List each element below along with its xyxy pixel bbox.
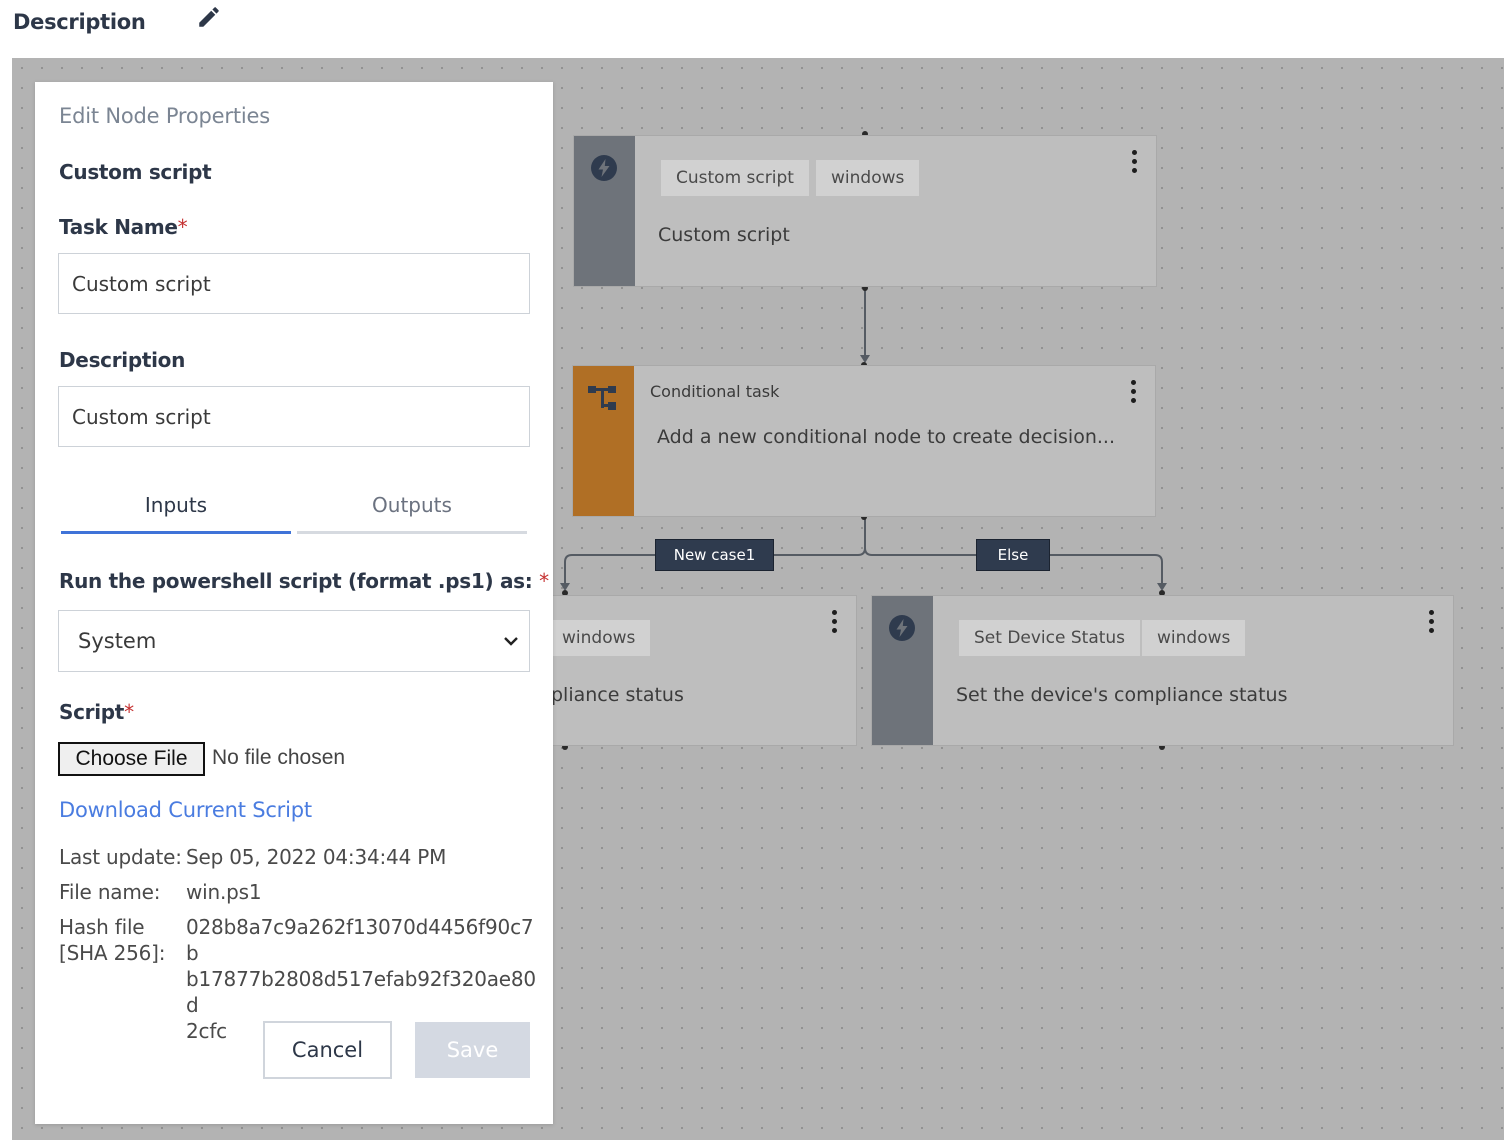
required-mark: * [124,700,134,724]
download-script-link[interactable]: Download Current Script [59,798,312,822]
kebab-menu-icon[interactable] [830,610,838,636]
task-name-label: Task Name* [59,215,188,239]
cancel-button[interactable]: Cancel [263,1021,392,1079]
panel-heading: Edit Node Properties [59,104,270,128]
last-update-value: Sep 05, 2022 04:34:44 PM [186,845,447,869]
node-description: Custom script [658,224,790,246]
set-device-status-node[interactable]: Set Device Status windows Set the device… [871,595,1454,746]
conditional-node[interactable]: Conditional task Add a new conditional n… [572,365,1156,517]
required-mark: * [177,215,188,239]
bolt-icon [889,615,915,641]
no-file-text: No file chosen [212,746,346,769]
node-tag: windows [1142,620,1246,656]
edge-label-else[interactable]: Else [976,539,1050,571]
task-name-input[interactable] [58,253,530,314]
script-label: Script* [59,700,134,724]
save-button[interactable]: Save [415,1022,530,1078]
chevron-down-icon [504,637,518,646]
choose-file-button[interactable]: Choose File [58,742,205,776]
tab-inputs[interactable]: Inputs [61,482,291,534]
node-tag: Set Device Status [959,620,1141,656]
file-name-value: win.ps1 [186,880,262,904]
node-description: pliance status [551,684,684,706]
branch-icon [588,386,616,410]
run-as-label: Run the powershell script (format .ps1) … [59,569,549,593]
run-as-select[interactable]: System [58,610,530,672]
kebab-menu-icon[interactable] [1129,380,1137,406]
hash-label: Hash file [SHA 256]: [59,915,166,965]
node-tag: windows [816,160,920,196]
page-title: Description [13,10,146,34]
required-mark: * [539,569,549,593]
io-tabs: Inputs Outputs [61,482,527,534]
node-description: Add a new conditional node to create dec… [657,426,1115,448]
node-tag: Custom script [661,160,809,196]
last-update-label: Last update: [59,845,182,869]
edit-node-panel: Edit Node Properties Custom script Task … [35,82,553,1124]
custom-script-node[interactable]: Custom script windows Custom script [573,135,1157,287]
pencil-icon[interactable] [196,4,222,30]
edge-label-case[interactable]: New case1 [655,539,774,571]
node-title: Conditional task [650,382,780,401]
run-as-selected-value: System [78,629,157,653]
node-tag: windows [547,620,651,656]
bolt-icon [591,155,617,181]
node-description: Set the device's compliance status [956,684,1288,706]
node-type-label: Custom script [59,160,212,184]
file-name-label: File name: [59,880,161,904]
kebab-menu-icon[interactable] [1130,150,1138,176]
top-header: Description [0,0,1504,58]
tab-outputs[interactable]: Outputs [297,482,527,534]
description-input[interactable] [58,386,530,447]
description-label: Description [59,348,186,372]
kebab-menu-icon[interactable] [1427,610,1435,636]
